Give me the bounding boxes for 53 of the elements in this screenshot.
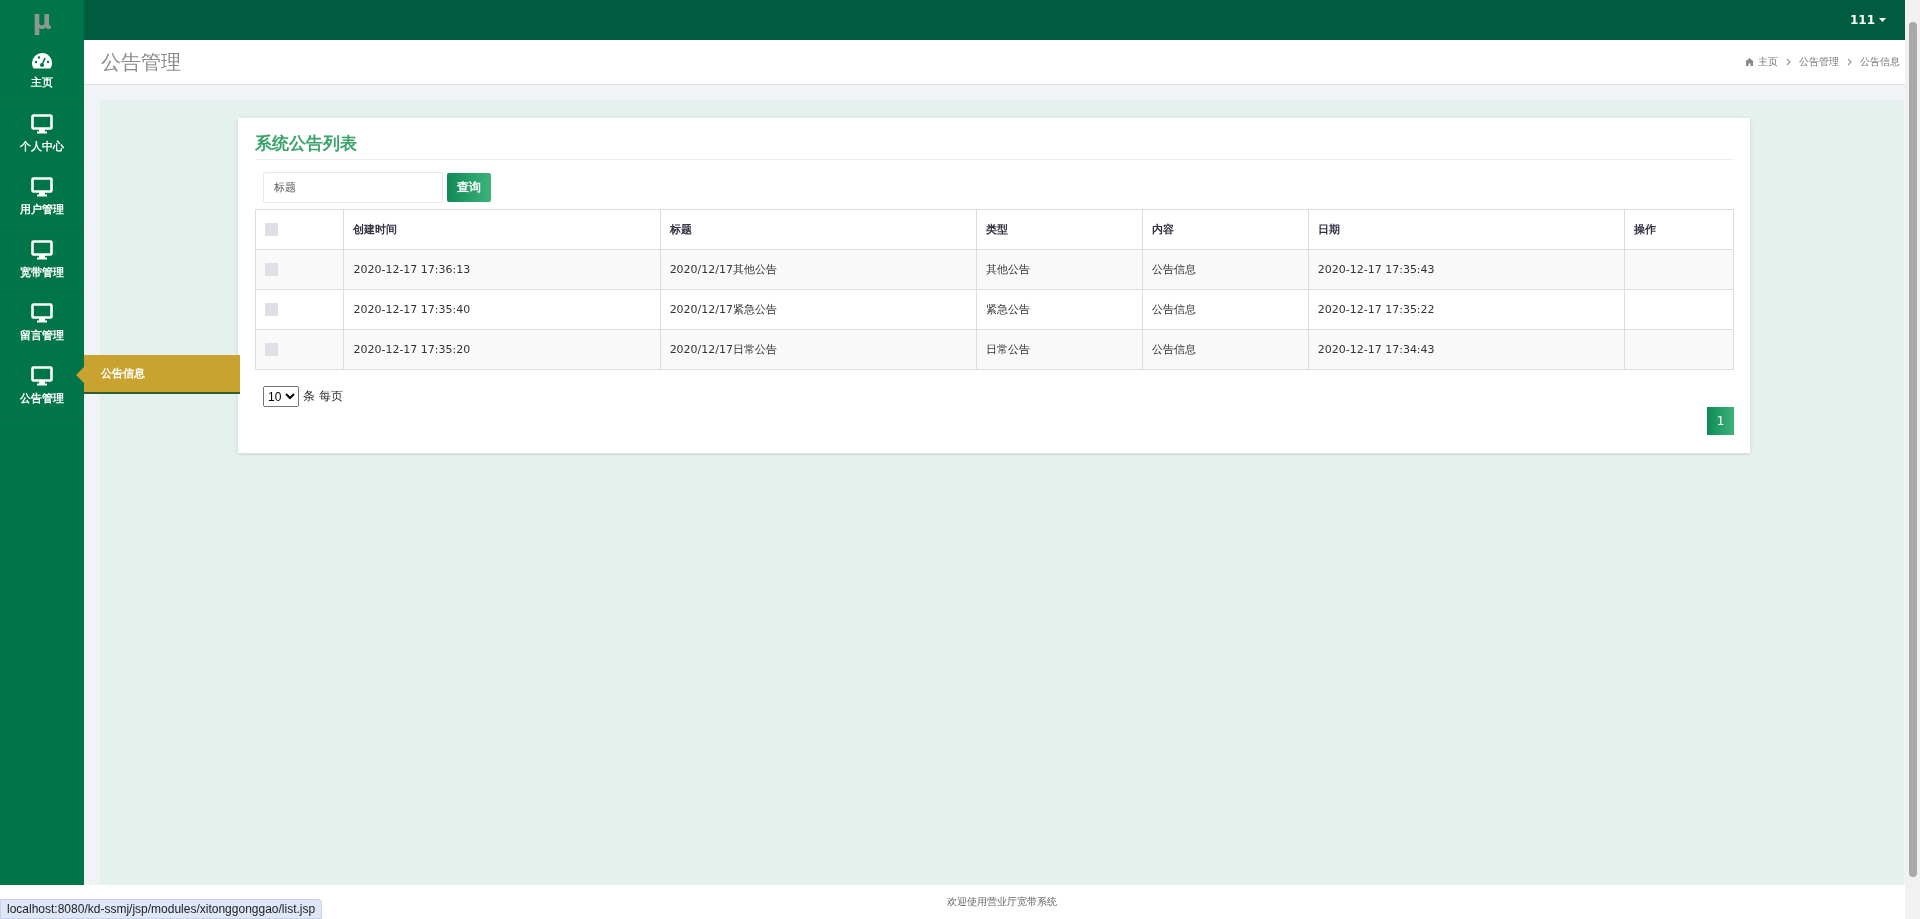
breadcrumb-link[interactable]: 主页 [1745, 55, 1778, 69]
checkbox[interactable] [265, 343, 278, 357]
monitor-icon [31, 177, 53, 197]
chevron-icon [1786, 58, 1791, 66]
page-button[interactable]: 1 [1707, 407, 1734, 435]
monitor-icon [31, 240, 53, 260]
status-url: localhost:8080/kd-ssmj/jsp/modules/xitonggonggao/list.jsp [0, 899, 323, 919]
chevron-icon [1847, 58, 1852, 66]
table-cell: 日常公告 [976, 329, 1143, 370]
column-header: 类型 [976, 209, 1143, 250]
sidebar-item[interactable]: 留言管理 [0, 292, 84, 355]
checkbox[interactable] [265, 263, 278, 277]
table-cell: 2020/12/17日常公告 [660, 329, 977, 370]
dashboard-icon [31, 52, 53, 70]
page-size-select[interactable]: 10 [263, 386, 299, 407]
column-header: 日期 [1308, 209, 1625, 250]
sidebar-item[interactable]: 个人中心 [0, 103, 84, 166]
card-title: 系统公告列表 [255, 132, 1734, 160]
table-cell: 公告信息 [1142, 329, 1309, 370]
table-cell: 2020-12-17 17:36:13 [343, 249, 661, 290]
table-cell: 2020-12-17 17:35:40 [343, 289, 661, 330]
scrollbar[interactable] [1905, 0, 1920, 919]
monitor-icon [31, 114, 53, 134]
breadcrumb-link[interactable]: 公告信息 [1860, 55, 1900, 69]
table-cell: 公告信息 [1142, 249, 1309, 290]
search-button[interactable]: 查询 [447, 173, 491, 202]
table-cell: 2020-12-17 17:35:22 [1308, 289, 1625, 330]
table-cell: 2020-12-17 17:34:43 [1308, 329, 1625, 370]
checkbox[interactable] [265, 223, 278, 237]
table-cell: 2020-12-17 17:35:20 [343, 329, 661, 370]
table-cell: 公告信息 [1142, 289, 1309, 330]
checkbox[interactable] [265, 303, 278, 317]
column-header: 操作 [1624, 209, 1734, 250]
table-cell: 2020-12-17 17:35:43 [1308, 249, 1625, 290]
caret-icon [1879, 18, 1886, 22]
user-menu[interactable]: 111 [1843, 12, 1892, 28]
table-cell: 2020/12/17紧急公告 [660, 289, 977, 330]
page-title: 公告管理 [101, 48, 181, 76]
column-header: 标题 [660, 209, 977, 250]
column-header: 内容 [1142, 209, 1309, 250]
page-size-label: 条 每页 [303, 388, 343, 405]
column-header: 创建时间 [343, 209, 661, 250]
monitor-icon [31, 303, 53, 323]
breadcrumb-link[interactable]: 公告管理 [1799, 55, 1839, 69]
logo: μ [0, 0, 84, 40]
home-icon [1745, 58, 1754, 66]
search-field[interactable]: 标题 [263, 172, 443, 203]
table-cell: 其他公告 [976, 249, 1143, 290]
table-cell: 紧急公告 [976, 289, 1143, 330]
sidebar-item[interactable]: 宽带管理 [0, 229, 84, 292]
table-cell: 2020/12/17其他公告 [660, 249, 977, 290]
monitor-icon [31, 366, 53, 386]
sidebar-item[interactable]: 用户管理 [0, 166, 84, 229]
